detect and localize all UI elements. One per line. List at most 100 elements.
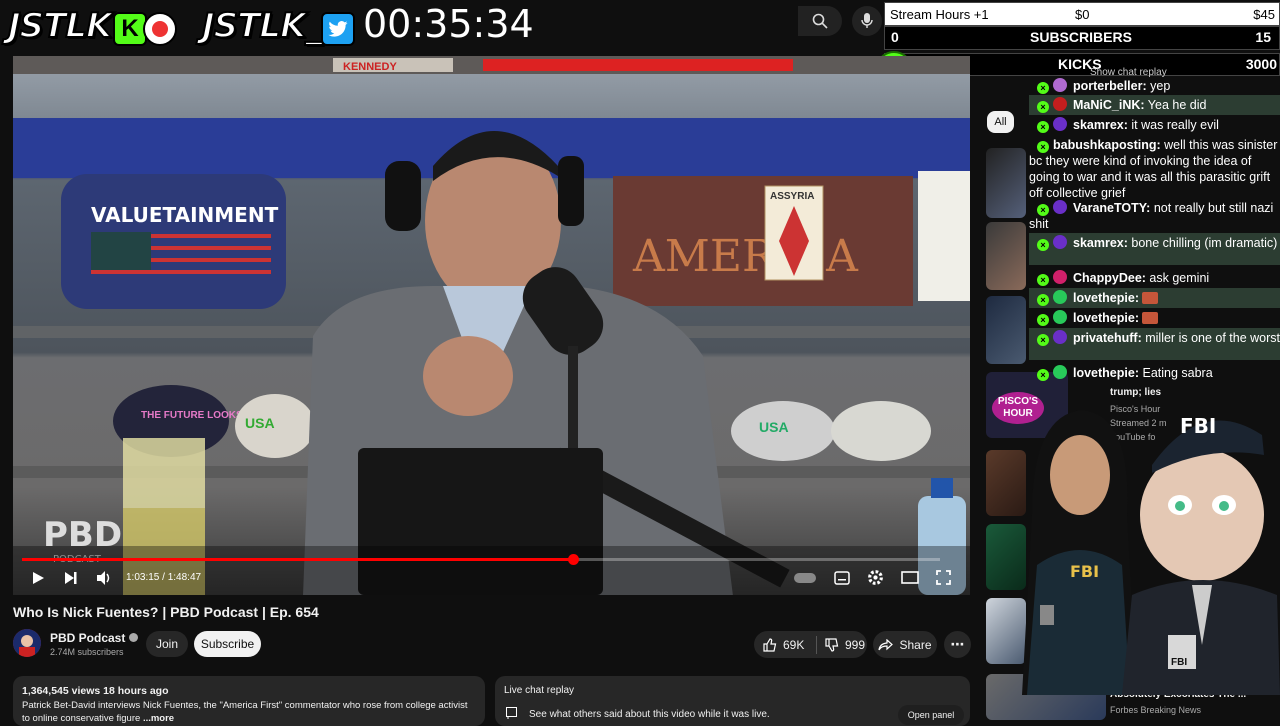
thumbs-down-icon — [825, 637, 839, 652]
chat-username[interactable]: ChappyDee: — [1073, 271, 1146, 285]
kick-chat-icon: × — [1037, 141, 1049, 153]
subs-goal: 15 — [1255, 29, 1271, 45]
bg-america-poster: AMERICA — [632, 231, 859, 282]
fbi-avatars-overlay: FBI FBI FBI — [1022, 410, 1280, 695]
live-chat-title: Live chat replay — [504, 685, 575, 696]
progress-scrubber[interactable] — [567, 554, 579, 565]
theater-mode-icon[interactable] — [901, 571, 919, 584]
chat-message: × lovethepie: — [1029, 288, 1280, 308]
voice-search-button[interactable] — [852, 6, 882, 36]
kick-chat-icon: × — [1037, 314, 1049, 326]
chat-message: × privatehuff: miller is one of the worst — [1029, 328, 1280, 360]
chat-username[interactable]: skamrex: — [1073, 118, 1128, 132]
subscribe-button[interactable]: Subscribe — [194, 631, 261, 657]
chat-username[interactable]: lovethepie: — [1073, 291, 1139, 305]
related-thumb-2[interactable] — [986, 222, 1026, 290]
chat-message: × lovethepie: Eating sabra — [1029, 363, 1280, 383]
chat-bubble-icon — [506, 707, 517, 719]
like-button[interactable]: 69K — [754, 638, 810, 652]
chat-username[interactable]: lovethepie: — [1073, 366, 1139, 380]
stream-hours-goal: Stream Hours +1 $0 $45 — [884, 2, 1280, 26]
join-button[interactable]: Join — [146, 631, 188, 657]
dislike-button[interactable]: 999 — [817, 638, 865, 652]
kick-chat-icon: × — [1037, 239, 1049, 251]
dislike-count: 999 — [845, 637, 866, 652]
channel-avatar[interactable] — [13, 629, 41, 657]
views-date: 1,364,545 views 18 hours ago — [22, 685, 169, 697]
related-thumb-3[interactable] — [986, 296, 1026, 364]
kick-chat-icon: × — [1037, 204, 1049, 216]
record-icon — [143, 12, 177, 46]
kick-chat-icon: × — [1037, 294, 1049, 306]
like-count: 69K — [783, 637, 805, 652]
chat-text: ask gemini — [1149, 271, 1210, 285]
filter-chip-all[interactable]: All — [987, 111, 1014, 133]
chat-text: Yea he did — [1147, 98, 1207, 112]
chat-username[interactable]: skamrex: — [1073, 236, 1128, 250]
kick-chat-icon: × — [1037, 101, 1049, 113]
video-frame: KENNEDY VALUETAINMENT AMERICA ASSYRIA TH… — [13, 56, 970, 595]
kick-chat-icon: × — [1037, 274, 1049, 286]
share-button[interactable]: Share — [873, 631, 937, 658]
chat-username[interactable]: MaNiC_iNK: — [1073, 98, 1145, 112]
chat-message: × VaraneTOTY: not really but still nazi s… — [1029, 198, 1280, 232]
chat-username[interactable]: babushkaposting: — [1053, 138, 1161, 152]
chat-message: × ChappyDee: ask gemini — [1029, 268, 1280, 288]
chat-text: yep — [1150, 79, 1171, 93]
jstlk-logo-kick: JSTLK — [7, 5, 113, 47]
share-label: Share — [899, 637, 932, 652]
chat-message: × MaNiC_iNK: Yea he did — [1029, 95, 1280, 115]
user-avatar-icon — [1053, 330, 1067, 344]
autoplay-toggle[interactable] — [794, 573, 816, 583]
more-actions-button[interactable]: ⋯ — [944, 631, 971, 658]
user-avatar-icon — [1053, 310, 1067, 324]
bg-usa-cap-left: USA — [245, 415, 275, 431]
subs-current: 0 — [891, 29, 899, 45]
user-avatar-icon — [1053, 117, 1067, 131]
current-time: 1:03:15 — [126, 572, 160, 583]
bg-usa-cap-right: USA — [759, 419, 789, 435]
stream-timer: 00:35:34 — [363, 2, 534, 46]
duration: 1:48:47 — [167, 572, 202, 583]
chat-username[interactable]: privatehuff: — [1073, 331, 1142, 345]
description-box[interactable]: 1,364,545 views 18 hours ago Patrick Bet… — [13, 676, 485, 726]
volume-icon[interactable] — [96, 570, 112, 586]
subtitles-icon[interactable] — [834, 571, 850, 585]
play-icon[interactable] — [31, 571, 45, 585]
channel-name[interactable]: PBD Podcast — [50, 631, 138, 645]
twitter-bird-icon — [321, 12, 355, 46]
chat-message: × babushkaposting: well this was sinister… — [1029, 135, 1280, 201]
user-avatar-icon — [1053, 78, 1067, 92]
chat-text: bone chilling (im dramatic) — [1131, 236, 1278, 250]
settings-gear-icon[interactable] — [867, 569, 884, 586]
user-avatar-icon — [1053, 235, 1067, 249]
open-panel-button[interactable]: Open panel — [898, 705, 964, 725]
chat-username[interactable]: VaraneTOTY: — [1073, 201, 1150, 215]
subscriber-count: 2.74M subscribers — [50, 647, 124, 657]
subscribers-goal: 0 SUBSCRIBERS 15 — [884, 26, 1280, 50]
search-icon — [812, 13, 828, 29]
chat-username[interactable]: lovethepie: — [1073, 311, 1139, 325]
stream-hours-max: $45 — [1253, 7, 1275, 22]
description-body: Patrick Bet-David interviews Nick Fuente… — [22, 700, 468, 724]
thumbs-up-icon — [763, 637, 777, 652]
search-button[interactable] — [798, 6, 842, 36]
user-avatar-icon — [1053, 365, 1067, 379]
chat-text: Eating sabra — [1142, 366, 1213, 380]
bg-assyria-banner: ASSYRIA — [770, 191, 814, 202]
stream-hours-min: $0 — [1075, 7, 1090, 22]
emote-icon — [1142, 312, 1159, 324]
channel-avatar-image — [13, 629, 41, 657]
fullscreen-icon[interactable] — [936, 570, 951, 585]
chat-username[interactable]: porterbeller: — [1073, 79, 1147, 93]
next-icon[interactable] — [64, 571, 78, 585]
live-chat-replay-box: Live chat replay See what others said ab… — [495, 676, 970, 726]
video-player[interactable]: KENNEDY VALUETAINMENT AMERICA ASSYRIA TH… — [13, 56, 970, 595]
stream-hours-label: Stream Hours +1 — [890, 7, 989, 22]
user-avatar-icon — [1053, 290, 1067, 304]
fbi-cap-text: FBI — [1180, 414, 1216, 438]
chat-message: × lovethepie: — [1029, 308, 1280, 328]
jstlk-logo-twitter: JSTLK_ — [201, 5, 323, 47]
more-link[interactable]: ...more — [143, 713, 174, 724]
related-thumb-1[interactable] — [986, 148, 1026, 218]
